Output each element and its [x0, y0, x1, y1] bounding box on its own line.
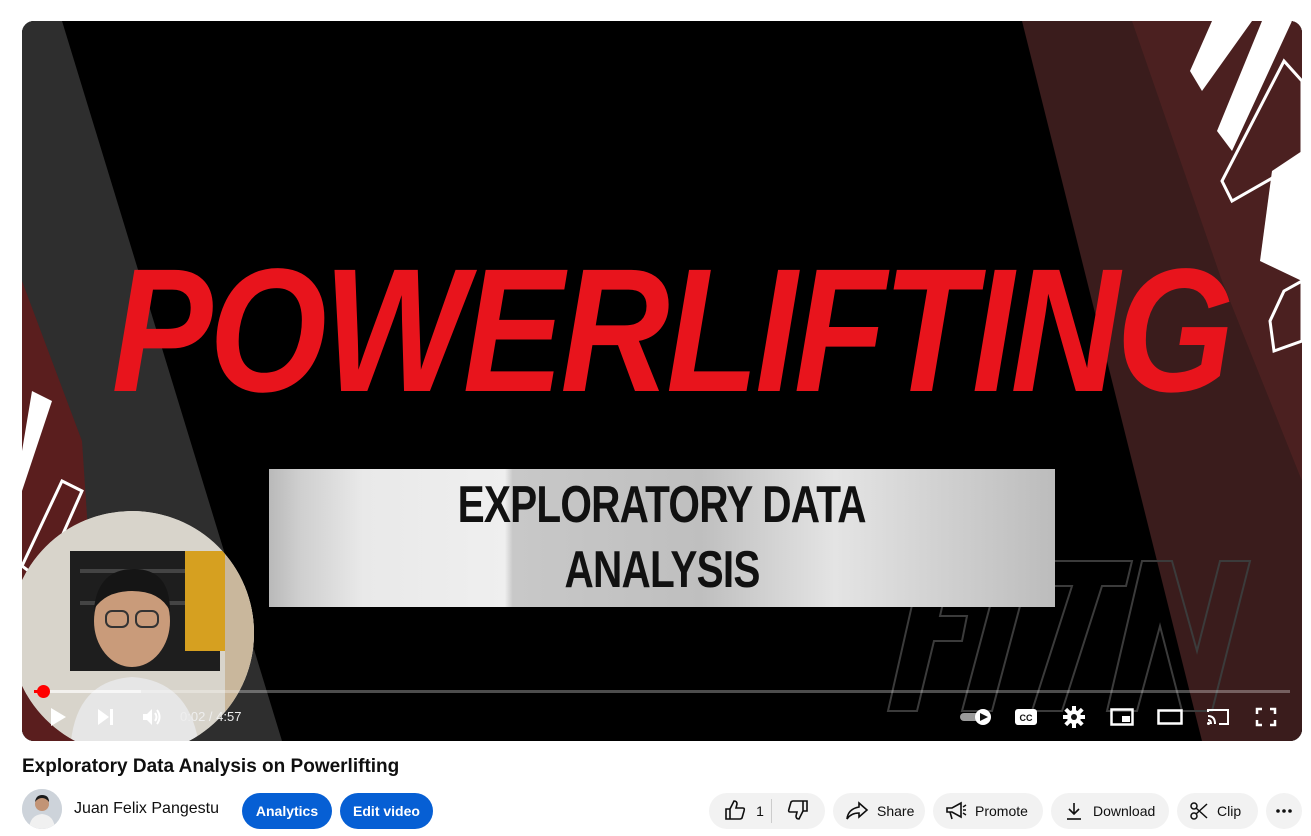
- download-icon: [1065, 801, 1083, 821]
- fullscreen-button[interactable]: [1250, 697, 1282, 737]
- scissors-icon: [1189, 801, 1209, 821]
- video-title: Exploratory Data Analysis on Powerliftin…: [22, 756, 400, 777]
- clip-label: Clip: [1217, 803, 1242, 819]
- play-button[interactable]: [44, 697, 72, 737]
- channel-name[interactable]: Juan Felix Pangestu: [74, 800, 219, 818]
- time-current: 0:02: [180, 709, 206, 724]
- progress-bar[interactable]: [34, 685, 1290, 698]
- play-icon: [48, 706, 68, 728]
- next-button[interactable]: [92, 697, 120, 737]
- share-label: Share: [877, 803, 915, 819]
- like-dislike-group: 1: [709, 793, 825, 829]
- thumbs-up-icon: [724, 799, 746, 824]
- download-label: Download: [1093, 803, 1156, 819]
- theater-button[interactable]: [1154, 697, 1186, 737]
- thumbnail-headline: POWERLIFTING: [111, 233, 1234, 429]
- volume-button[interactable]: [138, 697, 166, 737]
- share-icon: [845, 801, 869, 821]
- analytics-button[interactable]: Analytics: [242, 793, 332, 829]
- promote-label: Promote: [975, 803, 1028, 819]
- fullscreen-icon: [1255, 707, 1277, 727]
- promote-button[interactable]: Promote: [933, 793, 1043, 829]
- thumbs-down-icon: [787, 799, 809, 824]
- autoplay-toggle-icon: [958, 707, 994, 727]
- edit-video-button[interactable]: Edit video: [340, 793, 433, 829]
- cast-icon: [1205, 707, 1231, 727]
- autoplay-toggle[interactable]: [956, 697, 996, 737]
- share-button[interactable]: Share: [833, 793, 925, 829]
- like-button[interactable]: 1: [709, 793, 771, 829]
- more-icon: [1275, 808, 1293, 814]
- settings-button[interactable]: [1058, 697, 1090, 737]
- gear-icon: [1063, 706, 1085, 728]
- clip-button[interactable]: Clip: [1177, 793, 1258, 829]
- like-count: 1: [756, 803, 764, 819]
- dislike-button[interactable]: [772, 793, 824, 829]
- volume-icon: [141, 707, 163, 727]
- avatar-image: [22, 789, 62, 829]
- video-player[interactable]: POWERLIFTING EXPLORATORY DATA ANALYSIS 0…: [22, 21, 1302, 741]
- time-separator: /: [205, 709, 217, 724]
- avatar[interactable]: [22, 789, 62, 829]
- banner-line-2: ANALYSIS: [564, 541, 760, 599]
- banner-line-1: EXPLORATORY DATA: [457, 476, 867, 534]
- more-actions-button[interactable]: [1266, 793, 1302, 829]
- cast-button[interactable]: [1202, 697, 1234, 737]
- miniplayer-button[interactable]: [1106, 697, 1138, 737]
- megaphone-icon: [945, 801, 967, 821]
- captions-button[interactable]: CC: [1010, 697, 1042, 737]
- thumbnail-banner: EXPLORATORY DATA ANALYSIS: [269, 469, 1055, 607]
- svg-text:CC: CC: [1020, 713, 1033, 723]
- buffer-bar: [34, 690, 141, 693]
- next-icon: [95, 707, 117, 727]
- time-display: 0:02 / 4:57: [180, 697, 241, 737]
- captions-icon: CC: [1014, 708, 1038, 726]
- miniplayer-icon: [1110, 708, 1134, 726]
- download-button[interactable]: Download: [1051, 793, 1169, 829]
- time-total: 4:57: [216, 709, 242, 724]
- theater-icon: [1157, 709, 1183, 725]
